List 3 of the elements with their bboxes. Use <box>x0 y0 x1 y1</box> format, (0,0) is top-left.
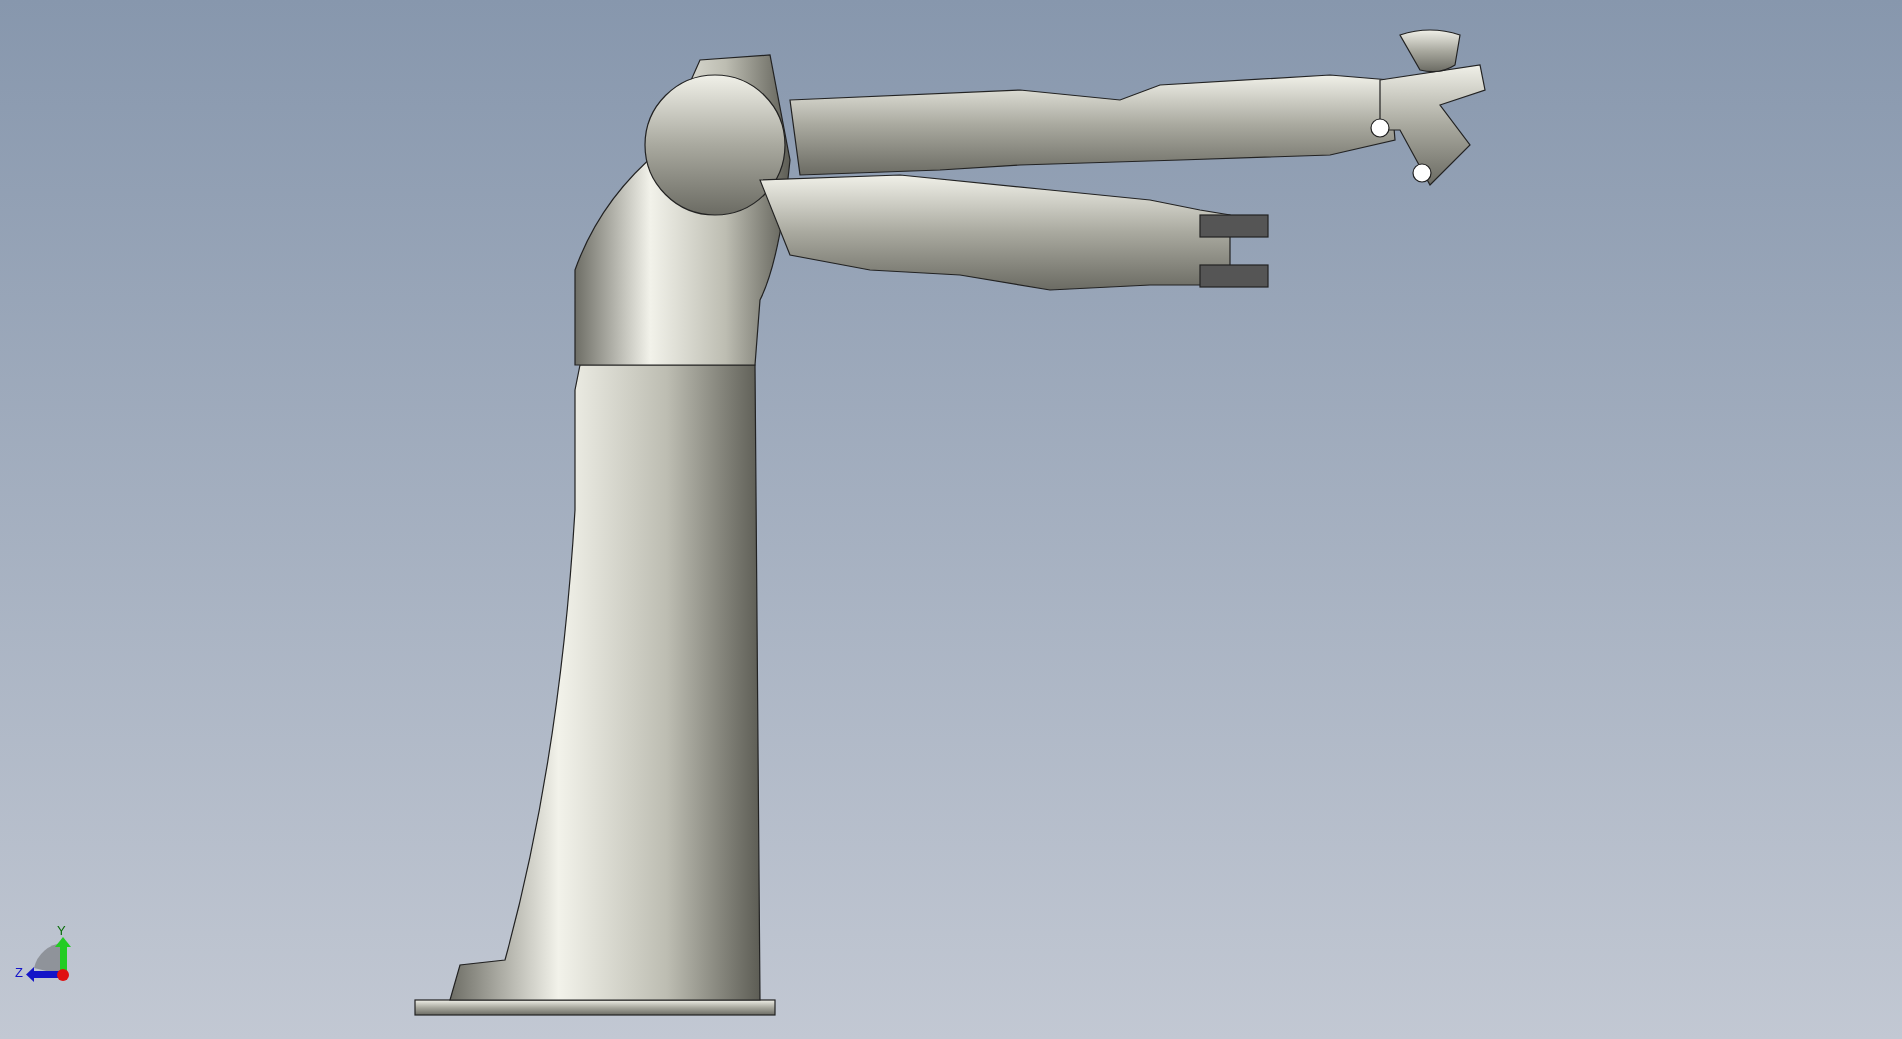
y-axis-label: Y <box>57 923 66 938</box>
z-axis-label: Z <box>15 965 23 980</box>
coordinate-triad-icon <box>26 937 71 982</box>
